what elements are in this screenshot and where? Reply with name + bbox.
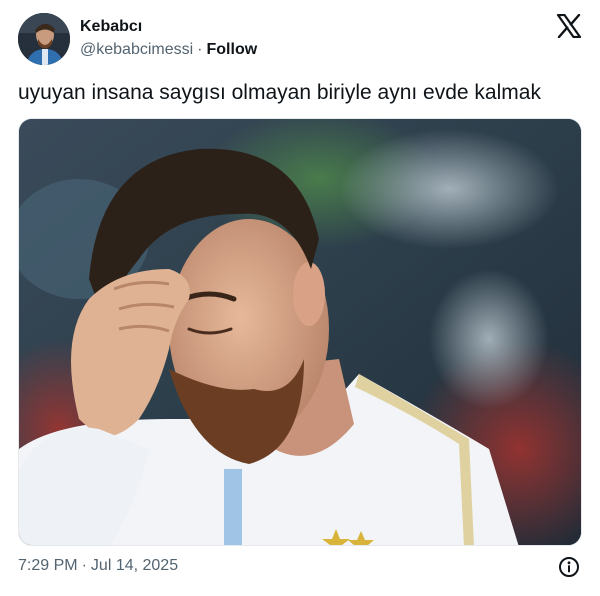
- timestamp[interactable]: 7:29 PM · Jul 14, 2025: [18, 557, 178, 575]
- x-logo-icon[interactable]: [556, 13, 582, 39]
- separator-dot: ·: [81, 557, 87, 574]
- author-handle[interactable]: @kebabcimessi: [80, 41, 193, 58]
- info-icon[interactable]: [558, 556, 580, 578]
- tweet-image[interactable]: [18, 118, 582, 546]
- tweet-text: uyuyan insana saygısı olmayan biriyle ay…: [18, 81, 541, 104]
- tweet-card: Kebabcı @kebabcimessi · Follow uyuyan insa…: [0, 0, 600, 596]
- avatar[interactable]: [18, 13, 70, 65]
- separator-dot: ·: [197, 41, 203, 58]
- author-name[interactable]: Kebabcı: [80, 18, 142, 36]
- tweet-date: Jul 14, 2025: [90, 557, 179, 574]
- tweet-time: 7:29 PM: [18, 557, 78, 574]
- author-meta: @kebabcimessi · Follow: [80, 41, 257, 59]
- follow-button[interactable]: Follow: [207, 41, 258, 58]
